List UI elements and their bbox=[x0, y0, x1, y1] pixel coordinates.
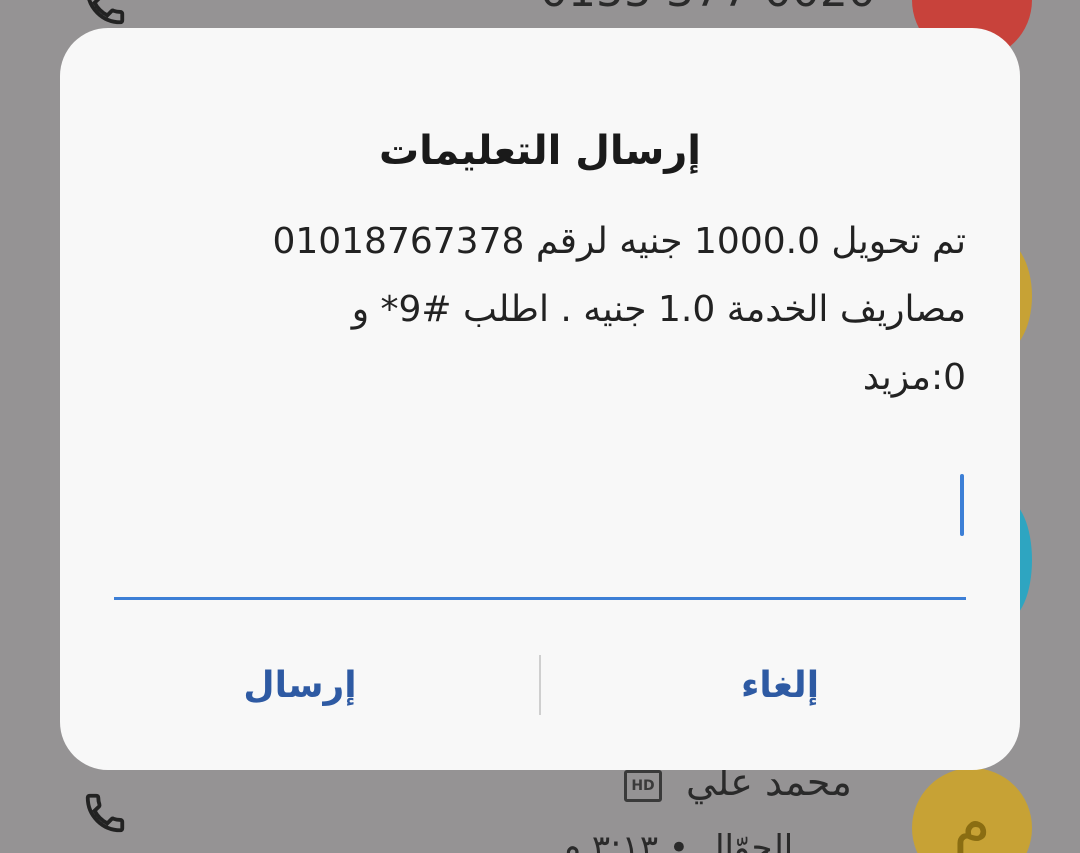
input-underline bbox=[114, 597, 966, 600]
ussd-dialog: إرسال التعليمات تم تحويل 1000.0 جنيه لرق… bbox=[60, 28, 1020, 770]
cancel-button[interactable]: إلغاء bbox=[540, 648, 1020, 724]
text-cursor bbox=[960, 474, 964, 536]
screen: 0155 377 0020 م محمد علي HD الجوّال • ٣:… bbox=[0, 0, 1080, 853]
message-line: تم تحويل 1000.0 جنيه لرقم 01018767378 bbox=[272, 221, 966, 262]
reply-input[interactable] bbox=[114, 460, 966, 600]
dialog-title: إرسال التعليمات bbox=[378, 128, 702, 174]
message-line: 0:مزيد bbox=[862, 357, 966, 398]
message-line: مصاريف الخدمة 1.0 جنيه . اطلب #9* و bbox=[351, 289, 966, 330]
send-button[interactable]: إرسال bbox=[60, 648, 540, 724]
dialog-message: تم تحويل 1000.0 جنيه لرقم 01018767378 مص… bbox=[220, 208, 966, 412]
